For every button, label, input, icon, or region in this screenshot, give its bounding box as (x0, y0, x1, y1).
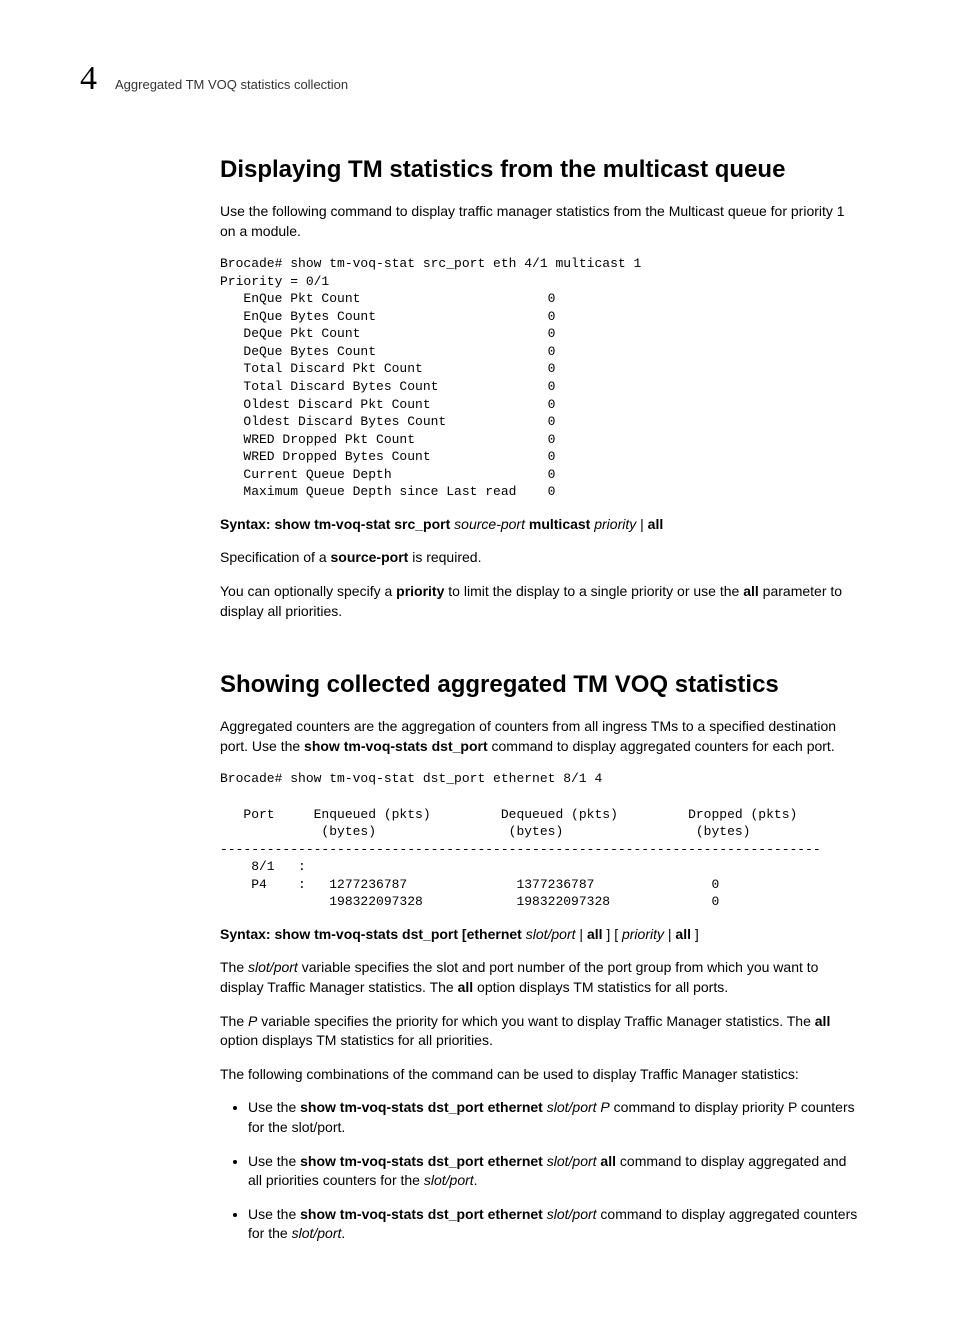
var: slot/port (424, 1172, 474, 1188)
syntax-cmd: multicast (525, 516, 594, 532)
var: slot/port (248, 959, 298, 975)
list-item: Use the show tm-voq-stats dst_port ether… (248, 1152, 864, 1191)
syntax-text: ] [ (603, 926, 622, 942)
text: You can optionally specify a (220, 583, 396, 599)
var: slot/port P (547, 1099, 610, 1115)
syntax-cmd: show tm-voq-stats dst_port [ethernet (271, 926, 526, 942)
agg-intro: Aggregated counters are the aggregation … (220, 717, 864, 756)
code-block-multicast: Brocade# show tm-voq-stat src_port eth 4… (220, 255, 864, 501)
combo-list: Use the show tm-voq-stats dst_port ether… (220, 1098, 864, 1244)
text: command to display aggregated counters f… (488, 738, 835, 754)
page: 4 Aggregated TM VOQ statistics collectio… (0, 0, 954, 1318)
code-block-aggregated: Brocade# show tm-voq-stat dst_port ether… (220, 770, 864, 910)
heading-multicast: Displaying TM statistics from the multic… (220, 156, 864, 184)
syntax-cmd: all (675, 926, 691, 942)
combos-intro: The following combinations of the comman… (220, 1065, 864, 1085)
term: source-port (331, 549, 409, 565)
text: The (220, 959, 248, 975)
syntax-sep: | (664, 926, 675, 942)
syntax-arg: slot/port (526, 926, 576, 942)
syntax-sep: | (636, 516, 647, 532)
text: Use the (248, 1206, 300, 1222)
main-content: Displaying TM statistics from the multic… (220, 156, 864, 1244)
cmd: show tm-voq-stats dst_port ethernet (300, 1206, 547, 1222)
var: slot/port (292, 1225, 342, 1241)
syntax-label: Syntax: (220, 516, 271, 532)
var: slot/port (547, 1153, 597, 1169)
text: is required. (408, 549, 481, 565)
list-item: Use the show tm-voq-stats dst_port ether… (248, 1205, 864, 1244)
chapter-number: 4 (80, 60, 97, 98)
priority-paragraph: The P variable specifies the priority fo… (220, 1012, 864, 1051)
spec-paragraph-2: You can optionally specify a priority to… (220, 582, 864, 621)
text: option displays TM statistics for all pr… (220, 1032, 493, 1048)
term: all (743, 583, 759, 599)
term: priority (396, 583, 444, 599)
list-item: Use the show tm-voq-stats dst_port ether… (248, 1098, 864, 1137)
syntax-arg: priority (622, 926, 664, 942)
text: to limit the display to a single priorit… (444, 583, 743, 599)
spec-paragraph-1: Specification of a source-port is requir… (220, 548, 864, 568)
syntax-line-1: Syntax: show tm-voq-stat src_port source… (220, 515, 864, 535)
var: P (248, 1013, 257, 1029)
syntax-label: Syntax: (220, 926, 271, 942)
syntax-arg: priority (594, 516, 636, 532)
heading-aggregated: Showing collected aggregated TM VOQ stat… (220, 671, 864, 699)
text: . (341, 1225, 345, 1241)
syntax-cmd: all (648, 516, 664, 532)
page-header: 4 Aggregated TM VOQ statistics collectio… (80, 60, 874, 98)
var: slot/port (547, 1206, 597, 1222)
cmd: show tm-voq-stats dst_port ethernet (300, 1153, 547, 1169)
slotport-paragraph: The slot/port variable specifies the slo… (220, 958, 864, 997)
intro-paragraph: Use the following command to display tra… (220, 202, 864, 241)
text: Specification of a (220, 549, 331, 565)
term: all (458, 979, 474, 995)
syntax-line-2: Syntax: show tm-voq-stats dst_port [ethe… (220, 925, 864, 945)
syntax-cmd: all (587, 926, 603, 942)
cmd: all (597, 1153, 616, 1169)
cmd: show tm-voq-stats dst_port (304, 738, 488, 754)
term: all (815, 1013, 831, 1029)
syntax-arg: source-port (454, 516, 525, 532)
syntax-cmd: show tm-voq-stat src_port (271, 516, 455, 532)
text: option displays TM statistics for all po… (473, 979, 728, 995)
text: variable specifies the priority for whic… (257, 1013, 814, 1029)
cmd: show tm-voq-stats dst_port ethernet (300, 1099, 547, 1115)
spacer (220, 635, 864, 671)
text: The (220, 1013, 248, 1029)
section-path: Aggregated TM VOQ statistics collection (115, 77, 348, 92)
syntax-sep: | (576, 926, 587, 942)
text: . (474, 1172, 478, 1188)
text: Use the (248, 1099, 300, 1115)
text: Use the (248, 1153, 300, 1169)
syntax-text: ] (691, 926, 699, 942)
